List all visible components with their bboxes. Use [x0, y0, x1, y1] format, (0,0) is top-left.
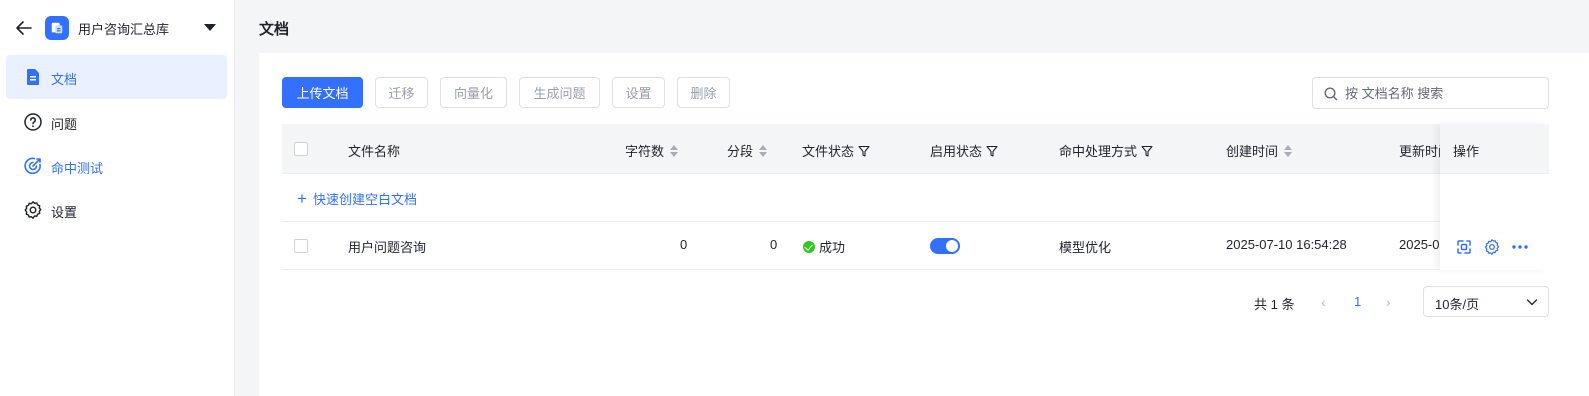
- documents-panel: 上传文档 迁移 向量化 生成问题 设置 删除 文件名称 字符数 分段 文件状态 …: [259, 53, 1589, 396]
- table-header: 文件名称 字符数 分段 文件状态 启用状态 命中处理方式 创建时间 更新时间: [282, 124, 1549, 174]
- quick-create-button[interactable]: + 快速创建空白文档: [297, 189, 417, 208]
- page-title: 文档: [259, 21, 290, 38]
- column-header-label: 操作: [1453, 144, 1480, 159]
- migrate-button[interactable]: 迁移: [375, 77, 428, 108]
- column-header-label: 更新时间: [1399, 144, 1440, 159]
- file-name[interactable]: 用户问题咨询: [348, 237, 426, 256]
- quick-create-label: 快速创建空白文档: [312, 192, 417, 207]
- knowledge-base-name: 用户咨询汇总库: [78, 22, 170, 37]
- search-input[interactable]: [1345, 78, 1545, 108]
- toggle-knob: [946, 240, 958, 252]
- column-header-name: 文件名称: [348, 141, 400, 160]
- column-header-label: 文件名称: [348, 144, 401, 159]
- knowledge-base-header: 用户咨询汇总库: [0, 0, 235, 55]
- column-header-label: 命中处理方式: [1059, 144, 1138, 159]
- back-arrow-icon[interactable]: [13, 17, 35, 39]
- column-header-chars[interactable]: 字符数: [625, 141, 679, 160]
- table-row[interactable]: 用户问题咨询 0 0 成功 模型优化 2025-07-10 16:54:28 2…: [282, 222, 1549, 270]
- operations-column: 操作: [1440, 124, 1549, 270]
- sort-icon[interactable]: [1284, 144, 1293, 157]
- vectorize-button[interactable]: 向量化: [440, 77, 507, 108]
- select-all-checkbox[interactable]: [294, 142, 308, 156]
- chevron-down-icon: [1526, 299, 1538, 306]
- upload-document-button[interactable]: 上传文档: [282, 77, 363, 108]
- knowledge-base-icon: [45, 16, 69, 40]
- sidebar-item-label: 问题: [51, 117, 78, 132]
- char-count: 0: [680, 237, 688, 252]
- sort-icon[interactable]: [670, 144, 679, 157]
- column-header-ops: 操作: [1440, 124, 1549, 174]
- column-header-label: 文件状态: [802, 144, 855, 159]
- pagination-total: 共 1 条: [1254, 297, 1295, 312]
- sidebar-item-settings[interactable]: 设置: [6, 188, 227, 232]
- column-header-segments[interactable]: 分段: [727, 141, 768, 160]
- page-size-select[interactable]: 10条/页: [1423, 286, 1549, 317]
- sidebar-item-label: 命中测试: [51, 161, 104, 176]
- search-icon: [1324, 87, 1338, 101]
- filter-icon[interactable]: [986, 145, 998, 157]
- question-icon: [24, 113, 42, 131]
- page-size-value: 10条/页: [1435, 297, 1480, 312]
- column-header-label: 创建时间: [1226, 144, 1279, 159]
- column-header-file-status[interactable]: 文件状态: [802, 141, 870, 160]
- file-status: 成功: [803, 237, 845, 256]
- column-header-hit-method[interactable]: 命中处理方式: [1059, 141, 1153, 160]
- file-status-label: 成功: [819, 240, 846, 255]
- delete-button[interactable]: 删除: [677, 77, 730, 108]
- enable-toggle[interactable]: [930, 238, 960, 254]
- sidebar-item-questions[interactable]: 问题: [6, 100, 227, 144]
- segment-count: 0: [770, 237, 778, 252]
- page-number[interactable]: 1: [1354, 294, 1361, 309]
- generate-questions-button[interactable]: 生成问题: [519, 77, 600, 108]
- row-checkbox[interactable]: [294, 239, 308, 253]
- gear-icon: [24, 201, 42, 219]
- updated-time: 2025-07-10 16:54:28: [1399, 237, 1440, 252]
- quick-create-row: + 快速创建空白文档: [282, 174, 1549, 222]
- column-header-enable-status[interactable]: 启用状态: [930, 141, 998, 160]
- sync-icon[interactable]: [1455, 238, 1473, 256]
- search-box: [1312, 77, 1549, 109]
- gear-icon[interactable]: [1483, 238, 1501, 256]
- filter-icon[interactable]: [858, 145, 870, 157]
- chevron-right-icon[interactable]: ›: [1386, 294, 1391, 310]
- filter-icon[interactable]: [1141, 145, 1153, 157]
- column-header-label: 字符数: [625, 144, 665, 159]
- sidebar: 用户咨询汇总库 文档 问题 命中测试 设置: [0, 0, 235, 396]
- settings-button[interactable]: 设置: [612, 77, 665, 108]
- column-header-created[interactable]: 创建时间: [1226, 141, 1293, 160]
- chevron-left-icon[interactable]: ‹: [1321, 294, 1326, 310]
- target-icon: [24, 157, 41, 175]
- sidebar-item-label: 设置: [51, 205, 78, 220]
- hit-method: 模型优化: [1059, 240, 1112, 255]
- created-time: 2025-07-10 16:54:28: [1226, 237, 1347, 252]
- column-header-label: 分段: [727, 144, 754, 159]
- more-icon[interactable]: [1511, 238, 1529, 256]
- sidebar-item-hit-test[interactable]: 命中测试: [6, 144, 227, 188]
- column-header-label: 启用状态: [930, 144, 983, 159]
- plus-icon: +: [297, 188, 307, 208]
- caret-down-icon[interactable]: [204, 24, 216, 31]
- column-header-updated[interactable]: 更新时间: [1399, 141, 1440, 160]
- document-icon: [27, 69, 39, 85]
- sidebar-item-documents[interactable]: 文档: [6, 55, 227, 99]
- sort-icon[interactable]: [759, 144, 768, 157]
- sidebar-item-label: 文档: [51, 72, 78, 87]
- success-icon: [803, 240, 815, 253]
